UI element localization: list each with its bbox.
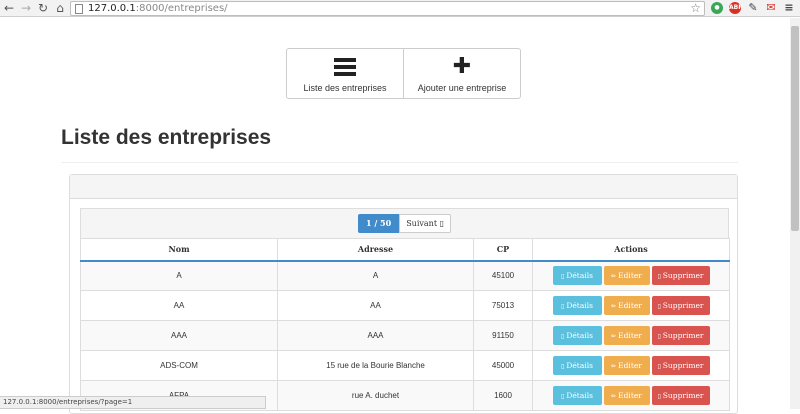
info-icon: ▯ [561, 393, 565, 400]
next-page-button[interactable]: Suivant ▯ [399, 214, 451, 233]
cell-actions: ▯ Détails ✏ Editer ▯ Supprimer [532, 260, 730, 291]
page-indicator[interactable]: 1 / 50 [357, 214, 400, 233]
delete-button[interactable]: ▯ Supprimer [651, 296, 710, 315]
extension-green-icon[interactable]: ● [711, 2, 723, 14]
pencil-icon: ✏ [611, 303, 617, 310]
delete-button[interactable]: ▯ Supprimer [651, 266, 710, 286]
header-actions: Actions [532, 238, 730, 262]
table-header-row: Nom Adresse CP Actions [80, 238, 730, 262]
vertical-scrollbar[interactable] [790, 18, 800, 409]
page-icon [75, 4, 83, 14]
pencil-icon: ✏ [611, 333, 617, 340]
edit-button[interactable]: ✏ Editer [603, 266, 650, 286]
delete-button[interactable]: ▯ Supprimer [651, 386, 710, 405]
pencil-icon: ✏ [611, 363, 617, 370]
header-nom[interactable]: Nom [80, 238, 278, 262]
scrollbar-thumb[interactable] [791, 26, 799, 231]
add-enterprise-label: Ajouter une entreprise [417, 82, 507, 93]
trash-icon: ▯ [657, 393, 661, 400]
add-enterprise-button[interactable]: ✚ Ajouter une entreprise [403, 49, 520, 98]
cell-adresse: rue A. duchet [277, 380, 474, 411]
table-row: AA AA 75013 ▯ Détails ✏ Editer ▯ Supprimer [80, 290, 730, 321]
cell-actions: ▯ Détails ✏ Editer ▯ Supprimer [532, 320, 730, 351]
cell-adresse: A [277, 260, 474, 291]
plus-icon: ✚ [452, 53, 472, 79]
cell-cp: 91150 [473, 320, 533, 351]
cell-cp: 1600 [473, 380, 533, 411]
info-icon: ▯ [561, 363, 565, 370]
cell-actions: ▯ Détails ✏ Editer ▯ Supprimer [532, 350, 730, 381]
cell-nom: ADS-COM [80, 350, 278, 381]
table-row: A A 45100 ▯ Détails ✏ Editer ▯ Supprimer [80, 260, 730, 291]
cell-nom: AA [80, 290, 278, 321]
cell-cp: 75013 [473, 290, 533, 321]
cell-nom: A [80, 260, 278, 291]
title-divider [61, 162, 738, 163]
header-adresse[interactable]: Adresse [277, 238, 474, 262]
cell-actions: ▯ Détails ✏ Editer ▯ Supprimer [532, 290, 730, 321]
list-icon [334, 57, 356, 76]
forward-arrow-icon[interactable]: → [19, 1, 33, 15]
browser-toolbar: ← → ↻ ⌂ 127.0.0.1:8000/entreprises/ ☆ ● … [0, 0, 800, 17]
header-cp[interactable]: CP [473, 238, 533, 262]
pencil-icon: ✏ [611, 273, 617, 281]
trash-icon: ▯ [657, 333, 661, 340]
delete-button[interactable]: ▯ Supprimer [651, 356, 710, 375]
info-icon: ▯ [561, 303, 565, 310]
table-wrapper: 1 / 50 Suivant ▯ Nom Adresse CP Actions … [80, 208, 730, 411]
pencil-icon: ✏ [611, 393, 617, 400]
trash-icon: ▯ [657, 363, 661, 370]
pagination: 1 / 50 Suivant ▯ [80, 208, 729, 238]
url-text: 127.0.0.1:8000/entreprises/ [88, 3, 228, 14]
back-arrow-icon[interactable]: ← [2, 1, 16, 15]
top-actions-group: Liste des entreprises ✚ Ajouter une entr… [286, 48, 521, 99]
details-button[interactable]: ▯ Détails [552, 356, 602, 375]
bookmark-star-icon[interactable]: ☆ [690, 1, 701, 15]
list-enterprises-button[interactable]: Liste des entreprises [287, 49, 403, 98]
panel-heading [70, 175, 737, 199]
trash-icon: ▯ [657, 303, 661, 310]
details-button[interactable]: ▯ Détails [552, 386, 602, 405]
table-row: ADS-COM 15 rue de la Bourie Blanche 4500… [80, 350, 730, 381]
info-icon: ▯ [561, 273, 565, 281]
adblock-icon[interactable]: ABP [729, 2, 743, 14]
enterprises-panel: 1 / 50 Suivant ▯ Nom Adresse CP Actions … [69, 174, 738, 414]
details-button[interactable]: ▯ Détails [552, 266, 602, 286]
edit-button[interactable]: ✏ Editer [603, 356, 650, 375]
pipette-icon[interactable]: ✎ [747, 2, 759, 14]
enterprises-table: Nom Adresse CP Actions A A 45100 ▯ Détail… [80, 238, 730, 411]
edit-button[interactable]: ✏ Editer [603, 296, 650, 315]
cell-adresse: AAA [277, 320, 474, 351]
gmail-icon[interactable]: ✉ [765, 2, 777, 14]
status-bar: 127.0.0.1:8000/entreprises/?page=1 [0, 396, 266, 409]
delete-button[interactable]: ▯ Supprimer [651, 326, 710, 345]
cell-cp: 45000 [473, 350, 533, 381]
address-bar[interactable]: 127.0.0.1:8000/entreprises/ ☆ [70, 1, 705, 16]
list-enterprises-label: Liste des entreprises [303, 82, 387, 93]
table-row: AAA AAA 91150 ▯ Détails ✏ Editer ▯ Supprimer [80, 320, 730, 351]
trash-icon: ▯ [657, 273, 661, 281]
cell-actions: ▯ Détails ✏ Editer ▯ Supprimer [532, 380, 730, 411]
reload-icon[interactable]: ↻ [36, 1, 50, 15]
edit-button[interactable]: ✏ Editer [603, 326, 650, 345]
page-title: Liste des entreprises [61, 126, 272, 149]
cell-adresse: AA [277, 290, 474, 321]
details-button[interactable]: ▯ Détails [552, 326, 602, 345]
cell-cp: 45100 [473, 260, 533, 291]
menu-icon[interactable]: ≡ [783, 2, 795, 14]
details-button[interactable]: ▯ Détails [552, 296, 602, 315]
edit-button[interactable]: ✏ Editer [603, 386, 650, 405]
info-icon: ▯ [561, 333, 565, 340]
cell-nom: AAA [80, 320, 278, 351]
chevron-right-icon: ▯ [439, 219, 444, 228]
home-icon[interactable]: ⌂ [53, 1, 67, 15]
cell-adresse: 15 rue de la Bourie Blanche [277, 350, 474, 381]
